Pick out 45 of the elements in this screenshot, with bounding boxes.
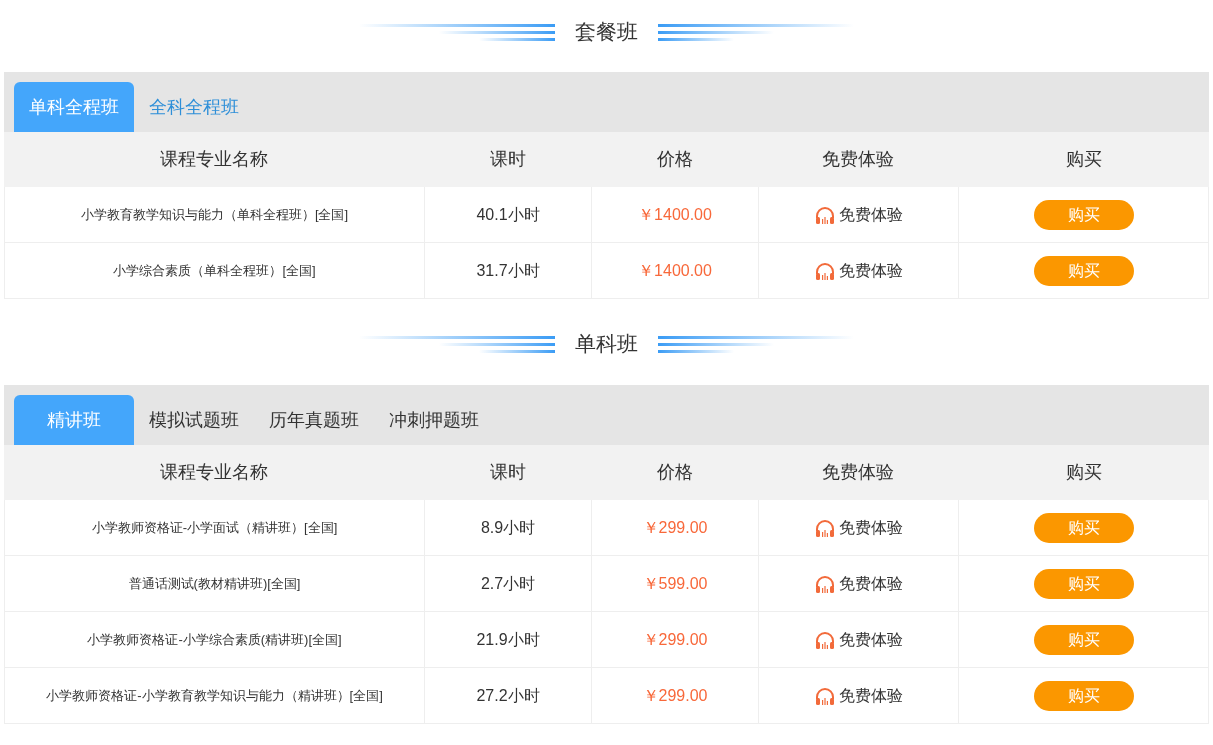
headphones-icon bbox=[814, 630, 835, 649]
tab[interactable]: 冲刺押题班 bbox=[374, 395, 494, 445]
free-trial-link[interactable]: 免费体验 bbox=[838, 571, 903, 596]
column-header: 课程专业名称 bbox=[159, 461, 269, 484]
hours-cell: 21.9小时 bbox=[425, 612, 592, 667]
free-trial-link[interactable]: 免费体验 bbox=[838, 683, 903, 708]
headphones-icon bbox=[814, 518, 835, 537]
free-trial-link[interactable]: 免费体验 bbox=[838, 515, 903, 540]
course-name-cell: 小学教师资格证-小学面试（精讲班）[全国] bbox=[5, 500, 425, 555]
hours-cell: 27.2小时 bbox=[425, 668, 592, 723]
free-trial-link[interactable]: 免费体验 bbox=[838, 258, 903, 283]
tab[interactable]: 模拟试题班 bbox=[134, 395, 254, 445]
hours-cell: 8.9小时 bbox=[425, 500, 592, 555]
column-header: 购买 bbox=[1064, 461, 1103, 484]
price-cell: ￥599.00 bbox=[592, 556, 759, 611]
section-title: 套餐班 bbox=[575, 19, 638, 46]
headphones-icon bbox=[814, 205, 835, 224]
column-header: 免费体验 bbox=[821, 461, 895, 484]
column-header: 课时 bbox=[488, 148, 527, 171]
column-header: 购买 bbox=[1064, 148, 1103, 171]
column-header: 课时 bbox=[488, 461, 527, 484]
hours-cell: 31.7小时 bbox=[425, 243, 592, 298]
course-name-cell: 小学综合素质（单科全程班）[全国] bbox=[5, 243, 425, 298]
price-cell: ￥1400.00 bbox=[592, 187, 759, 242]
headphones-icon bbox=[814, 574, 835, 593]
column-header: 课程专业名称 bbox=[159, 148, 269, 171]
hours-cell: 2.7小时 bbox=[425, 556, 592, 611]
price-cell: ￥299.00 bbox=[592, 612, 759, 667]
tab[interactable]: 历年真题班 bbox=[254, 395, 374, 445]
column-header: 价格 bbox=[655, 461, 694, 484]
free-trial-link[interactable]: 免费体验 bbox=[838, 627, 903, 652]
price-cell: ￥299.00 bbox=[592, 668, 759, 723]
column-header: 免费体验 bbox=[821, 148, 895, 171]
headphones-icon bbox=[814, 686, 835, 705]
price-cell: ￥299.00 bbox=[592, 500, 759, 555]
section-title: 单科班 bbox=[575, 331, 638, 358]
course-name-cell: 小学教育教学知识与能力（单科全程班）[全国] bbox=[5, 187, 425, 242]
course-name-cell: 小学教师资格证-小学综合素质(精讲班)[全国] bbox=[5, 612, 425, 667]
hours-cell: 40.1小时 bbox=[425, 187, 592, 242]
headphones-icon bbox=[814, 261, 835, 280]
course-name-cell: 普通话测试(教材精讲班)[全国] bbox=[5, 556, 425, 611]
price-cell: ￥1400.00 bbox=[592, 243, 759, 298]
free-trial-link[interactable]: 免费体验 bbox=[838, 202, 903, 227]
course-name-cell: 小学教师资格证-小学教育教学知识与能力（精讲班）[全国] bbox=[5, 668, 425, 723]
column-header: 价格 bbox=[655, 148, 694, 171]
